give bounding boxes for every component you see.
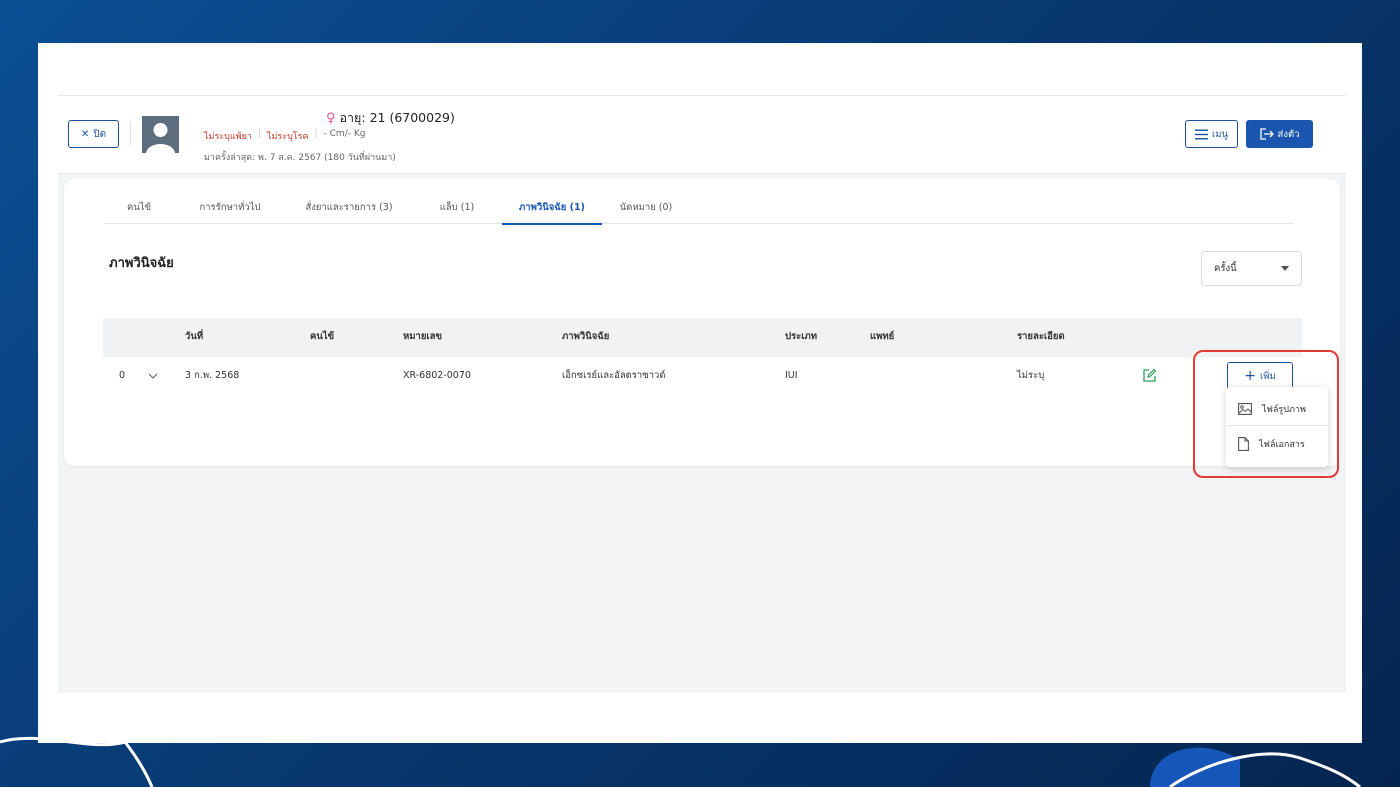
avatar xyxy=(142,116,179,153)
edit-icon[interactable] xyxy=(1142,368,1157,383)
column-header-type: ประเภท xyxy=(785,331,818,342)
content-card: คนไข้ การรักษาทั่วไป สั่งยาและรายการ (3)… xyxy=(64,179,1340,466)
tag-separator: | xyxy=(314,129,318,139)
close-button[interactable]: ✕ ปิด xyxy=(68,120,119,148)
allergy-tag: ไม่ระบุแพ้ยา xyxy=(204,132,252,142)
tab-bar: คนไข้ การรักษาทั่วไป สั่งยาและรายการ (3)… xyxy=(104,197,1294,225)
send-label: ส่งตัว xyxy=(1277,128,1300,140)
screenshot-frame: ✕ ปิด ♀ อายุ: 21 (6700029) ไม่ระบุแพ้ยา … xyxy=(38,43,1362,743)
tab-appointments[interactable]: นัดหมาย (0) xyxy=(602,197,690,224)
tab-imaging[interactable]: ภาพวินิจฉัย (1) xyxy=(502,197,602,225)
app-window: ✕ ปิด ♀ อายุ: 21 (6700029) ไม่ระบุแพ้ยา … xyxy=(58,95,1346,693)
row-imaging: เอ็กซเรย์และอัลตราซาวด์ xyxy=(562,370,666,381)
measurements: - Cm/- Kg xyxy=(323,129,366,139)
hamburger-icon xyxy=(1194,129,1208,139)
caret-down-icon xyxy=(1281,266,1289,271)
table-header: วันที่ คนไข้ หมายเลข ภาพวินิจฉัย ประเภท … xyxy=(103,318,1302,356)
female-icon: ♀ xyxy=(326,110,336,126)
row-detail: ไม่ระบุ xyxy=(1017,370,1045,381)
visit-filter-value: ครั้งนี้ xyxy=(1214,263,1237,274)
column-header-imaging: ภาพวินิจฉัย xyxy=(562,331,610,342)
tab-patient[interactable]: คนไข้ xyxy=(104,197,174,224)
section-title: ภาพวินิจฉัย xyxy=(109,256,174,271)
person-icon xyxy=(142,116,179,153)
header-divider xyxy=(130,122,131,146)
patient-header: ✕ ปิด ♀ อายุ: 21 (6700029) ไม่ระบุแพ้ยา … xyxy=(58,96,1346,174)
highlight-box xyxy=(1193,350,1339,478)
disease-tag: ไม่ระบุโรค xyxy=(266,132,309,142)
tag-separator: | xyxy=(257,129,261,139)
close-icon: ✕ xyxy=(80,128,90,140)
column-header-detail: รายละเอียด xyxy=(1017,331,1065,342)
column-header-patient: คนไข้ xyxy=(310,331,335,342)
tab-general-treatment[interactable]: การรักษาทั่วไป xyxy=(174,197,286,224)
column-header-number: หมายเลข xyxy=(403,331,442,342)
close-label: ปิด xyxy=(93,128,107,140)
menu-label: เมนู xyxy=(1211,128,1228,140)
tab-lab[interactable]: แล็บ (1) xyxy=(412,197,502,224)
patient-age: อายุ: 21 (6700029) xyxy=(339,110,455,125)
table-row[interactable]: 0 3 ก.พ. 2568 XR-6802-0070 เอ็กซเรย์และอ… xyxy=(103,356,1302,394)
visit-filter-select[interactable]: ครั้งนี้ xyxy=(1201,251,1302,286)
send-button[interactable]: ส่งตัว xyxy=(1246,120,1313,148)
row-date: 3 ก.พ. 2568 xyxy=(185,370,240,381)
row-type: IUI xyxy=(785,370,798,381)
menu-button[interactable]: เมนู xyxy=(1185,120,1238,148)
patient-tags: ไม่ระบุแพ้ยา | ไม่ระบุโรค | - Cm/- Kg xyxy=(204,129,365,143)
chevron-down-icon[interactable] xyxy=(148,358,158,411)
row-number: XR-6802-0070 xyxy=(403,370,471,381)
column-header-date: วันที่ xyxy=(185,331,204,342)
tab-prescriptions[interactable]: สั่งยาและรายการ (3) xyxy=(286,197,412,224)
column-header-doctor: แพทย์ xyxy=(870,331,895,342)
patient-age-line: ♀ อายุ: 21 (6700029) xyxy=(326,108,455,128)
exit-icon xyxy=(1259,128,1274,140)
last-visit: มาครั้งล่าสุด: พ. 7 ส.ค. 2567 (180 วันที… xyxy=(204,153,396,163)
row-index: 0 xyxy=(119,370,126,381)
